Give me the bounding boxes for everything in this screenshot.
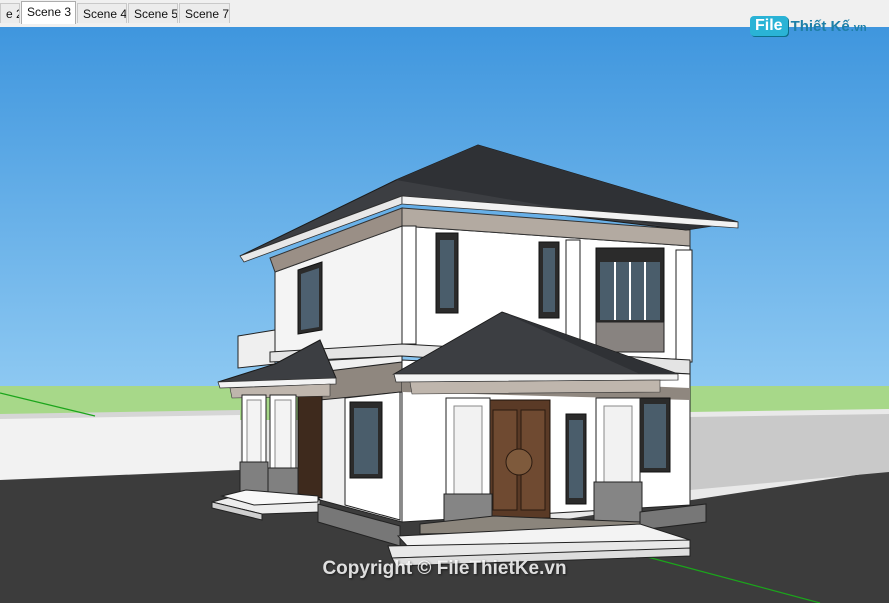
- copyright-watermark: Copyright © FileThietKe.vn: [322, 558, 567, 579]
- model-viewport[interactable]: [0, 27, 889, 603]
- tab-scene-3[interactable]: Scene 3: [21, 1, 76, 24]
- filethietke-logo: File Thiết Kế .vn: [750, 13, 867, 39]
- tab-scene-4[interactable]: Scene 4: [77, 3, 127, 23]
- house-model: [0, 27, 889, 603]
- boundary-wall-left: [0, 414, 240, 480]
- tab-scene-5[interactable]: Scene 5: [128, 3, 178, 23]
- tab-scene-7[interactable]: Scene 7: [179, 3, 230, 23]
- tab-scene-2[interactable]: e 2: [0, 3, 20, 23]
